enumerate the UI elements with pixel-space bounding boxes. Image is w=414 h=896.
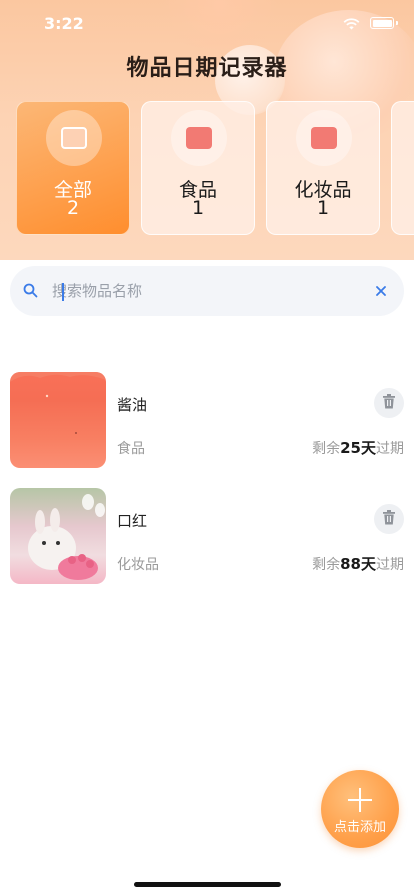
category-icon-bg: [296, 110, 352, 166]
list-item[interactable]: 酱油 食品 剩余25天过期: [10, 372, 404, 468]
category-card-more[interactable]: [391, 101, 414, 235]
trash-icon: [382, 509, 396, 529]
category-scroller[interactable]: 全部 2 食品 1 化妆品 1: [16, 101, 414, 235]
item-name: 口红: [117, 512, 148, 530]
list-item[interactable]: 口红 化妆品 剩余88天过期: [10, 488, 404, 584]
trash-icon: [382, 393, 396, 413]
text-cursor: [62, 283, 64, 301]
plus-icon: [348, 788, 372, 812]
close-icon[interactable]: [374, 283, 388, 302]
delete-button[interactable]: [374, 388, 404, 418]
item-name: 酱油: [117, 396, 148, 414]
category-card-food[interactable]: 食品 1: [141, 101, 255, 235]
status-time: 3:22: [44, 14, 84, 33]
category-count: 1: [316, 197, 330, 219]
battery-icon: [370, 17, 394, 29]
app-title: 物品日期记录器: [126, 56, 288, 81]
item-category: 食品: [117, 441, 145, 457]
food-icon: [186, 127, 212, 149]
search-icon: [23, 283, 38, 302]
category-card-all[interactable]: 全部 2: [16, 101, 130, 235]
wifi-icon: [343, 15, 360, 34]
category-icon-bg: [171, 110, 227, 166]
status-bar: 3:22: [0, 0, 414, 48]
cosmetics-icon: [311, 127, 337, 149]
category-count: 2: [66, 197, 80, 219]
search-bar[interactable]: [10, 266, 404, 316]
add-item-button[interactable]: 点击添加: [321, 770, 399, 848]
add-button-label: 点击添加: [333, 820, 386, 835]
header: 3:22 物品日期记录器 全部 2 食品 1 化妆品 1: [0, 0, 414, 260]
home-indicator[interactable]: [134, 882, 281, 887]
item-image: [10, 488, 106, 584]
item-image: [10, 372, 106, 468]
delete-button[interactable]: [374, 504, 404, 534]
category-count: 1: [191, 197, 205, 219]
category-card-cosmetics[interactable]: 化妆品 1: [266, 101, 380, 235]
box-icon: [61, 127, 87, 149]
category-icon-bg: [46, 110, 102, 166]
item-category: 化妆品: [117, 557, 159, 573]
search-input[interactable]: [52, 278, 352, 304]
remaining-days: 剩余88天过期: [312, 555, 404, 573]
battery-tip: [396, 21, 398, 25]
remaining-days: 剩余25天过期: [312, 439, 404, 457]
